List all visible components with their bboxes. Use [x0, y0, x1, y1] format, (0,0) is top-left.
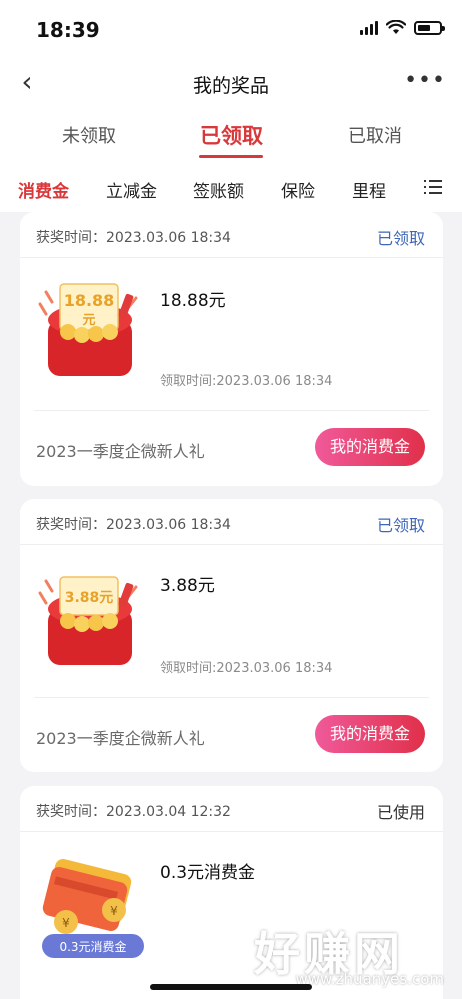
tab-unclaimed[interactable]: 未领取 — [62, 122, 116, 148]
wifi-icon — [386, 20, 406, 34]
list-menu-icon[interactable] — [424, 179, 442, 195]
activity-name: 2023一季度企微新人礼 — [36, 442, 205, 461]
prize-card: 获奖时间：2023.03.06 18:34 已领取 3.88元 3.88元 领取… — [20, 499, 443, 772]
my-consumption-credit-button[interactable]: 我的消费金 — [315, 715, 425, 753]
claim-time: 领取时间:2023.03.06 18:34 — [160, 661, 333, 676]
card-divider — [34, 697, 429, 698]
status-icons — [360, 20, 445, 35]
nav-bar: ‹ 我的奖品 ••• — [0, 58, 462, 108]
svg-text:¥: ¥ — [62, 916, 70, 930]
battery-icon — [414, 20, 445, 35]
page-title: 我的奖品 — [192, 75, 269, 97]
card-header: 获奖时间：2023.03.06 18:34 已领取 — [20, 499, 443, 545]
svg-text:¥: ¥ — [110, 904, 118, 918]
prize-amount: 18.88元 — [160, 291, 226, 311]
tab-cancelled[interactable]: 已取消 — [348, 122, 402, 148]
category-tab-mileage[interactable]: 里程 — [352, 177, 386, 202]
card-image-label: 0.3元消费金 — [59, 939, 126, 954]
envelope-amount-text: 18.88 — [64, 291, 115, 310]
tab-claimed[interactable]: 已领取 — [200, 120, 263, 150]
status-badge: 已领取 — [376, 516, 425, 535]
category-tab-consumption-credit[interactable]: 消费金 — [18, 177, 69, 202]
more-options-button[interactable]: ••• — [404, 70, 446, 92]
prize-card: 获奖时间：2023.03.06 18:34 已领取 18.88 元 18.88元… — [20, 212, 443, 486]
my-consumption-credit-button[interactable]: 我的消费金 — [315, 428, 425, 466]
claim-time: 领取时间:2023.03.06 18:34 — [160, 374, 333, 389]
category-tab-instant-discount[interactable]: 立减金 — [106, 177, 157, 202]
active-tab-indicator — [199, 155, 263, 158]
consumption-card-icon: ¥ ¥ 0.3元消费金 — [42, 859, 144, 958]
watermark-url: www.zhuanyes.com — [295, 970, 444, 988]
award-time: 获奖时间：2023.03.04 12:32 — [36, 804, 231, 820]
status-time: 18:39 — [36, 18, 100, 42]
prize-amount: 0.3元消费金 — [160, 863, 256, 883]
status-badge: 已使用 — [376, 803, 425, 822]
watermark: 好赚网 www.zhuanyes.com — [254, 918, 444, 990]
card-header: 获奖时间：2023.03.06 18:34 已领取 — [20, 212, 443, 258]
envelope-unit-text: 元 — [82, 313, 95, 328]
home-indicator[interactable] — [150, 984, 312, 990]
red-envelope-icon: 3.88元 — [38, 576, 138, 665]
status-badge: 已领取 — [376, 229, 425, 248]
status-bar: 18:39 — [0, 0, 462, 58]
envelope-amount-text: 3.88元 — [65, 590, 114, 606]
award-time: 获奖时间：2023.03.06 18:34 — [36, 230, 231, 246]
red-envelope-icon: 18.88 元 — [38, 283, 138, 376]
card-header: 获奖时间：2023.03.04 12:32 已使用 — [20, 786, 443, 832]
award-time: 获奖时间：2023.03.06 18:34 — [36, 517, 231, 533]
activity-name: 2023一季度企微新人礼 — [36, 729, 205, 748]
category-tabs: 消费金 立减金 签账额 保险 里程 — [0, 166, 462, 212]
category-tab-insurance[interactable]: 保险 — [281, 177, 315, 202]
category-tab-statement-credit[interactable]: 签账额 — [193, 177, 244, 202]
signal-icon — [360, 20, 378, 35]
card-divider — [34, 410, 429, 411]
prize-amount: 3.88元 — [160, 576, 215, 596]
